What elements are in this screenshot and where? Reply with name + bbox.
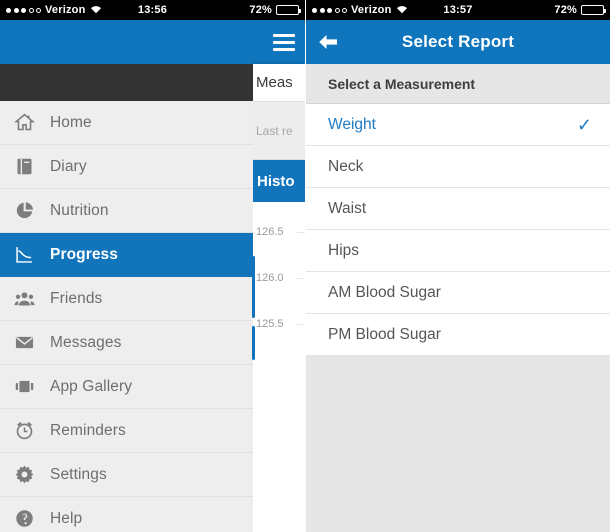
last-recorded-label: Last re — [253, 102, 305, 160]
dual-screenshot: Verizon 13:56 72% Meas Last re Histo 126… — [0, 0, 610, 532]
status-bar-left: Verizon 13:56 72% — [0, 0, 305, 20]
list-item-label: PM Blood Sugar — [328, 325, 441, 343]
sidebar-item-label: Messages — [50, 333, 122, 351]
list-item-label: AM Blood Sugar — [328, 283, 441, 301]
progress-chart: 126.5 126.0 125.5 — [253, 202, 305, 532]
signal-strength-icon — [6, 7, 41, 13]
list-empty-area — [306, 356, 610, 531]
drawer-scroll-indicator[interactable] — [252, 256, 255, 318]
signal-strength-icon — [312, 7, 347, 13]
home-icon — [14, 111, 44, 135]
measurement-content-pane: Meas Last re Histo 126.5 126.0 125.5 — [253, 64, 305, 532]
page-title: Select Report — [401, 32, 515, 51]
line-chart-icon — [14, 243, 44, 267]
y-axis-tick-2: 125.5 — [256, 318, 284, 330]
pie-chart-icon — [14, 199, 44, 223]
carrier-label: Verizon — [351, 4, 392, 16]
sidebar-item-label: Nutrition — [50, 201, 109, 219]
status-bar-battery-group-right: 72% — [554, 4, 606, 16]
sidebar-item-reminders[interactable]: Reminders — [0, 409, 253, 453]
status-bar-right: Verizon 13:57 72% — [306, 0, 610, 20]
sidebar-item-label: Friends — [50, 289, 103, 307]
sidebar-item-nutrition[interactable]: Nutrition — [0, 189, 253, 233]
list-item[interactable]: Waist — [306, 188, 610, 230]
sidebar-item-help[interactable]: Help — [0, 497, 253, 532]
sidebar-item-label: Settings — [50, 465, 107, 483]
right-body: Select a Measurement Weight ✓ Neck Waist Hip… — [306, 64, 610, 532]
carrier-label: Verizon — [45, 4, 86, 16]
gear-icon — [14, 463, 44, 487]
status-bar-signal-group-right: Verizon — [312, 4, 408, 17]
alarm-clock-icon — [14, 419, 44, 443]
sidebar-item-messages[interactable]: Messages — [0, 321, 253, 365]
sidebar-item-diary[interactable]: Diary — [0, 145, 253, 189]
status-bar-battery-group: 72% — [249, 4, 301, 16]
battery-percent-label: 72% — [249, 4, 272, 16]
checkmark-icon: ✓ — [576, 114, 592, 135]
sidebar-item-app-gallery[interactable]: App Gallery — [0, 365, 253, 409]
hamburger-menu-icon[interactable] — [273, 32, 295, 52]
people-icon — [14, 287, 44, 311]
book-icon — [14, 155, 44, 179]
right-phone-screen: Verizon 13:57 72% Select Report Select a… — [305, 0, 610, 532]
status-bar-signal-group: Verizon — [6, 4, 102, 17]
content-scroll-indicator[interactable] — [252, 326, 255, 360]
pane-title: Meas — [253, 64, 305, 102]
list-item[interactable]: Hips — [306, 230, 610, 272]
battery-icon — [581, 5, 606, 15]
sidebar-item-progress[interactable]: Progress — [0, 233, 253, 277]
list-item[interactable]: Neck — [306, 146, 610, 188]
apps-icon — [14, 375, 44, 399]
nav-bar-right: Select Report — [306, 20, 610, 64]
list-item[interactable]: Weight ✓ — [306, 104, 610, 146]
left-phone-screen: Verizon 13:56 72% Meas Last re Histo 126… — [0, 0, 305, 532]
sidebar-item-label: Progress — [50, 245, 118, 263]
list-item[interactable]: AM Blood Sugar — [306, 272, 610, 314]
list-item-label: Waist — [328, 199, 367, 217]
navigation-drawer: Home Diary Nutrition Progress Friends Message… — [0, 64, 253, 532]
back-arrow-icon[interactable] — [306, 20, 350, 64]
list-item-label: Weight — [328, 115, 376, 133]
drawer-top-spacer — [0, 64, 253, 101]
sidebar-item-friends[interactable]: Friends — [0, 277, 253, 321]
sidebar-item-label: Diary — [50, 157, 87, 175]
y-axis-tick-1: 126.0 — [256, 272, 284, 284]
list-item-label: Neck — [328, 157, 364, 175]
nav-bar-left — [0, 20, 305, 64]
list-item-label: Hips — [328, 241, 360, 259]
wifi-icon — [396, 4, 408, 17]
battery-percent-label: 72% — [554, 4, 577, 16]
sidebar-item-settings[interactable]: Settings — [0, 453, 253, 497]
left-body: Meas Last re Histo 126.5 126.0 125.5 Hom… — [0, 64, 305, 532]
measurement-list: Weight ✓ Neck Waist Hips AM Blood Sugar PM Blo… — [306, 104, 610, 356]
envelope-icon — [14, 331, 44, 355]
tab-history[interactable]: Histo — [253, 173, 295, 190]
battery-icon — [276, 5, 301, 15]
sidebar-item-home[interactable]: Home — [0, 101, 253, 145]
y-axis-tick-0: 126.5 — [256, 226, 284, 238]
sidebar-item-label: App Gallery — [50, 377, 133, 395]
question-circle-icon — [14, 507, 44, 531]
drawer-item-list: Home Diary Nutrition Progress Friends Message… — [0, 101, 253, 532]
sidebar-item-label: Home — [50, 113, 92, 131]
tab-strip: Histo — [253, 160, 305, 202]
sidebar-item-label: Reminders — [50, 421, 126, 439]
sidebar-item-label: Help — [50, 509, 83, 527]
wifi-icon — [90, 4, 102, 17]
section-header: Select a Measurement — [306, 64, 610, 104]
list-item[interactable]: PM Blood Sugar — [306, 314, 610, 356]
